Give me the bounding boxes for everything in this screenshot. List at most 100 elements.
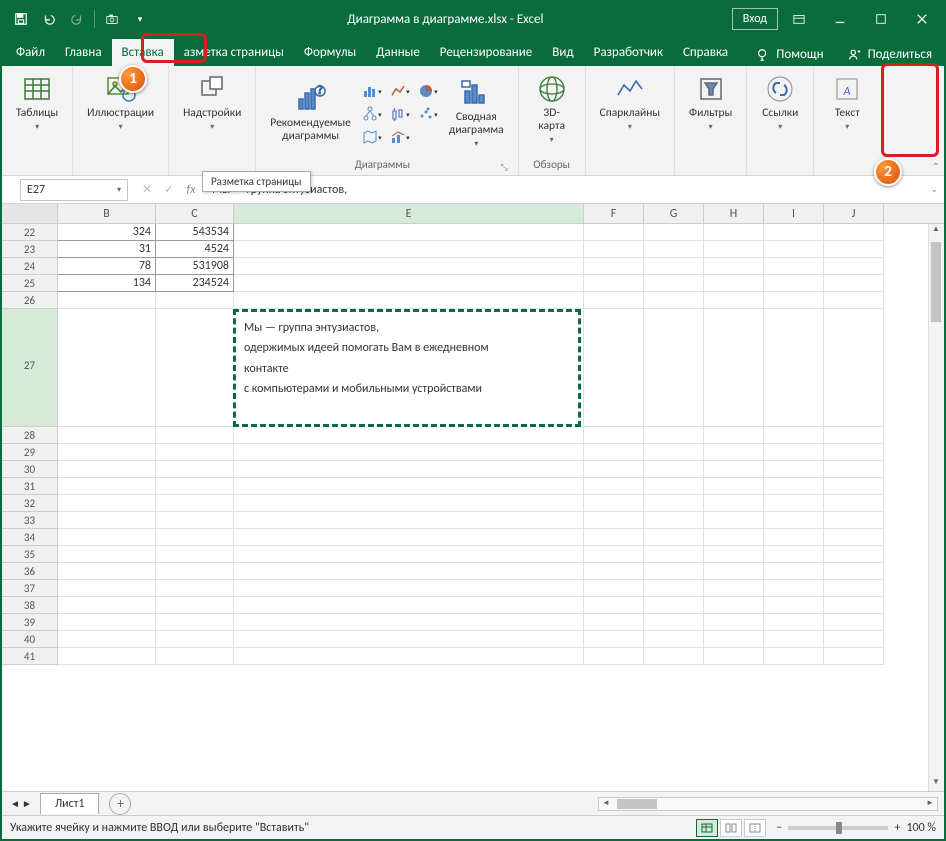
undo-icon[interactable] <box>38 8 60 30</box>
row-header[interactable]: 39 <box>2 614 58 631</box>
tab-developer[interactable]: Разработчик <box>584 39 673 66</box>
row-header[interactable]: 34 <box>2 529 58 546</box>
tab-home[interactable]: Главна <box>55 39 112 66</box>
cell[interactable] <box>234 461 584 478</box>
cell[interactable] <box>156 444 234 461</box>
cell[interactable] <box>704 546 764 563</box>
cell[interactable] <box>824 224 884 241</box>
cell[interactable] <box>584 258 644 275</box>
cell[interactable] <box>644 648 704 665</box>
cell[interactable] <box>584 275 644 292</box>
share-icon[interactable] <box>848 48 862 62</box>
cell[interactable] <box>764 241 824 258</box>
select-all-corner[interactable] <box>2 204 58 223</box>
cell[interactable] <box>644 241 704 258</box>
cell[interactable] <box>234 427 584 444</box>
cell[interactable] <box>644 597 704 614</box>
close-icon[interactable] <box>902 5 942 33</box>
cell[interactable] <box>156 478 234 495</box>
tell-me-label[interactable]: Помощн <box>776 47 823 62</box>
cell[interactable] <box>156 495 234 512</box>
cell[interactable] <box>234 512 584 529</box>
chart-combo-icon[interactable]: ▾ <box>387 126 413 148</box>
row-header[interactable]: 29 <box>2 444 58 461</box>
share-label[interactable]: Поделиться <box>868 47 932 62</box>
column-header[interactable]: F <box>584 204 644 223</box>
cell[interactable]: 543534 <box>156 224 234 241</box>
cell[interactable] <box>644 461 704 478</box>
cell[interactable] <box>824 495 884 512</box>
redo-icon[interactable] <box>66 8 88 30</box>
cell[interactable] <box>156 309 234 427</box>
cell[interactable] <box>764 258 824 275</box>
cell[interactable] <box>824 648 884 665</box>
chart-map-icon[interactable]: ▾ <box>359 126 385 148</box>
cell[interactable] <box>156 580 234 597</box>
cell[interactable] <box>704 258 764 275</box>
cell[interactable] <box>58 648 156 665</box>
cell[interactable] <box>764 478 824 495</box>
row-header[interactable]: 24 <box>2 258 58 275</box>
cancel-formula-icon[interactable]: ✕ <box>138 182 156 197</box>
cell[interactable] <box>584 529 644 546</box>
cell[interactable] <box>58 461 156 478</box>
cell[interactable] <box>704 597 764 614</box>
text-button[interactable]: A Текст ▾ <box>822 70 872 135</box>
cell[interactable] <box>704 224 764 241</box>
cell[interactable] <box>764 309 824 427</box>
cell[interactable]: 31 <box>58 241 156 258</box>
cell[interactable] <box>58 495 156 512</box>
column-header[interactable]: G <box>644 204 704 223</box>
cell[interactable] <box>764 292 824 309</box>
tab-review[interactable]: Рецензирование <box>430 39 542 66</box>
row-header[interactable]: 36 <box>2 563 58 580</box>
qat-customize-icon[interactable]: ▾ <box>129 8 151 30</box>
row-header[interactable]: 35 <box>2 546 58 563</box>
cell[interactable] <box>584 241 644 258</box>
cell[interactable] <box>234 580 584 597</box>
cell[interactable] <box>704 631 764 648</box>
horizontal-scrollbar[interactable]: ◄► <box>598 797 938 811</box>
filters-button[interactable]: Фильтры ▾ <box>683 70 738 135</box>
cell[interactable] <box>234 631 584 648</box>
tab-help[interactable]: Справка <box>673 39 738 66</box>
tab-insert[interactable]: Вставка <box>112 39 174 66</box>
cell[interactable] <box>584 292 644 309</box>
row-header[interactable]: 32 <box>2 495 58 512</box>
cell[interactable] <box>234 275 584 292</box>
cell[interactable] <box>764 427 824 444</box>
cell[interactable] <box>156 529 234 546</box>
cell[interactable] <box>704 275 764 292</box>
cell[interactable] <box>764 546 824 563</box>
cell[interactable] <box>704 614 764 631</box>
cell[interactable] <box>764 444 824 461</box>
cell[interactable] <box>644 224 704 241</box>
add-sheet-button[interactable]: + <box>109 793 131 815</box>
cell[interactable]: 324 <box>58 224 156 241</box>
login-button[interactable]: Вход <box>732 8 778 30</box>
cell[interactable] <box>58 563 156 580</box>
links-button[interactable]: Ссылки ▾ <box>755 70 805 135</box>
vertical-scrollbar[interactable]: ▲▼ <box>928 224 944 791</box>
fx-icon[interactable]: fx <box>182 183 200 197</box>
cell[interactable] <box>824 241 884 258</box>
chart-scatter-icon[interactable]: ▾ <box>415 103 441 125</box>
formula-input[interactable]: Мы — группа энтузиастов, <box>206 179 944 201</box>
cell[interactable] <box>58 427 156 444</box>
sheet-tab[interactable]: Лист1 <box>40 793 100 814</box>
tab-page-layout[interactable]: азметка страницы <box>174 39 294 66</box>
cell[interactable] <box>584 563 644 580</box>
cell[interactable] <box>824 258 884 275</box>
cell[interactable] <box>156 427 234 444</box>
cell[interactable] <box>764 597 824 614</box>
cell[interactable] <box>644 292 704 309</box>
row-header[interactable]: 40 <box>2 631 58 648</box>
cell[interactable]: 134 <box>58 275 156 292</box>
cell[interactable] <box>234 444 584 461</box>
cell[interactable] <box>234 241 584 258</box>
cell[interactable] <box>584 478 644 495</box>
cell[interactable] <box>58 444 156 461</box>
cell[interactable] <box>824 444 884 461</box>
cell[interactable] <box>58 631 156 648</box>
cell[interactable] <box>58 614 156 631</box>
